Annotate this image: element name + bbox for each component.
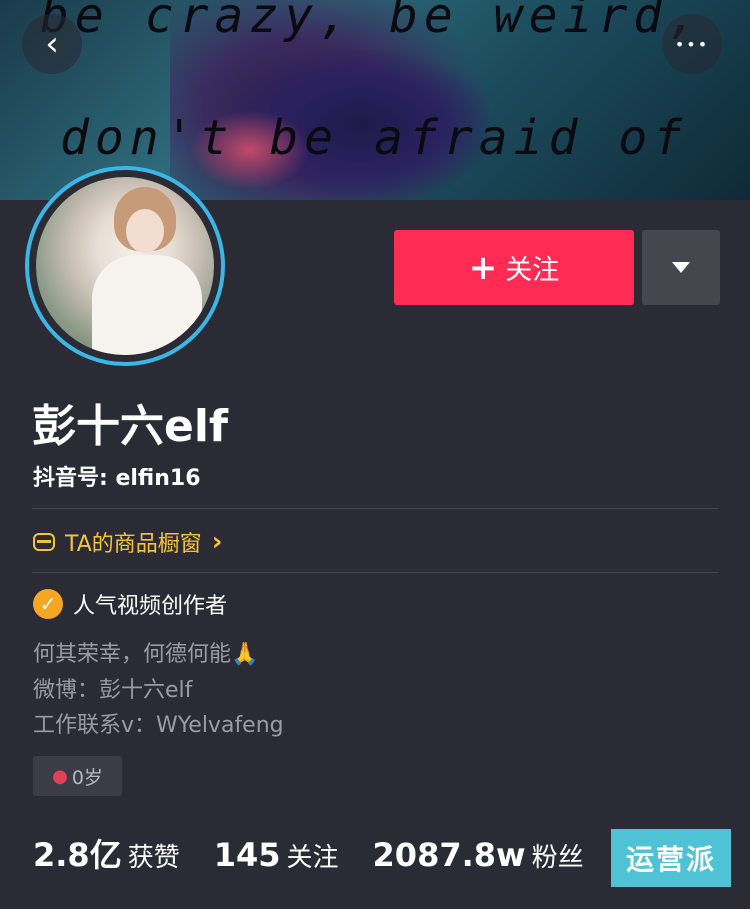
- avatar-face: [126, 209, 164, 253]
- shop-icon: [33, 533, 55, 551]
- profile-stats: 2.8亿 获赞 145 关注 2087.8w 粉丝: [33, 830, 618, 876]
- chevron-right-icon: ›: [211, 527, 223, 557]
- more-dots-icon: •••: [674, 34, 710, 54]
- banner-text-line2: don't be afraid of: [60, 110, 689, 166]
- follow-button[interactable]: + 关注: [394, 230, 634, 305]
- stat-label: 获赞: [127, 843, 180, 873]
- stat-value: 2087.8w: [372, 836, 526, 874]
- follow-button-label: 关注: [505, 255, 560, 286]
- verified-label: 人气视频创作者: [73, 594, 228, 619]
- watermark-logo: 运营派: [611, 829, 731, 887]
- stat-likes[interactable]: 2.8亿 获赞: [33, 830, 180, 876]
- age-label: 0岁: [71, 766, 103, 789]
- back-arrow-icon: ‹: [45, 24, 59, 64]
- stat-followers[interactable]: 2087.8w 粉丝: [373, 836, 584, 874]
- divider: [32, 508, 718, 509]
- bio-line-3: 工作联系v：WYelvafeng: [33, 713, 284, 738]
- more-options-button[interactable]: •••: [662, 14, 722, 74]
- divider: [32, 572, 718, 573]
- stat-value: 145: [213, 836, 281, 874]
- avatar[interactable]: [25, 166, 225, 366]
- verified-badge: ✓ 人气视频创作者: [33, 588, 227, 620]
- bio-line-1: 何其荣幸，何德何能🙏: [33, 642, 259, 667]
- plus-icon: +: [468, 247, 498, 288]
- follow-dropdown-button[interactable]: [642, 230, 720, 305]
- avatar-body: [92, 255, 202, 355]
- caret-down-icon: [672, 262, 690, 273]
- female-icon: ●: [52, 765, 68, 787]
- douyin-id: 抖音号: elfin16: [33, 466, 201, 491]
- check-glyph: ✓: [39, 592, 57, 616]
- stat-value: 2.8亿: [33, 836, 122, 874]
- stat-label: 粉丝: [531, 843, 584, 873]
- stat-label: 关注: [286, 843, 339, 873]
- profile-name: 彭十六elf: [32, 401, 229, 452]
- back-button[interactable]: ‹: [22, 14, 82, 74]
- bio-line-2: 微博：彭十六elf: [33, 678, 193, 703]
- banner-text-line1: be crazy, be weird,: [40, 0, 704, 44]
- shop-window-label: TA的商品橱窗: [65, 532, 202, 557]
- age-tag: ● 0岁: [33, 756, 122, 796]
- avatar-image: [36, 177, 214, 355]
- stat-following[interactable]: 145 关注: [214, 836, 339, 874]
- shop-window-link[interactable]: TA的商品橱窗 ›: [33, 526, 223, 558]
- check-icon: ✓: [33, 589, 63, 619]
